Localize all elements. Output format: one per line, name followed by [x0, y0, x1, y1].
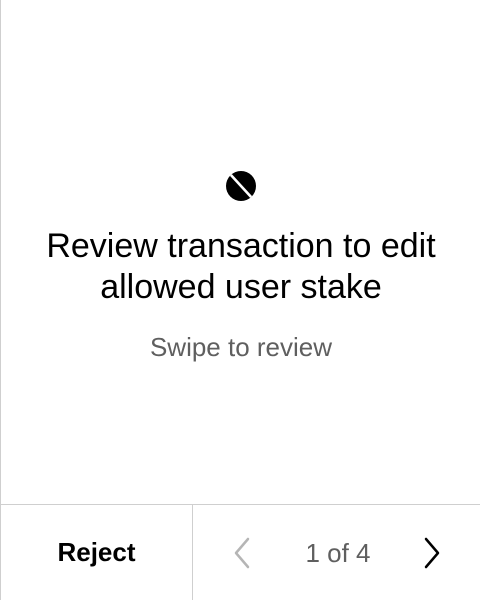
chevron-left-icon[interactable]	[225, 535, 261, 571]
pager: 1 of 4	[193, 505, 480, 600]
review-title: Review transaction to edit allowed user …	[46, 227, 436, 306]
review-screen: Review transaction to edit allowed user …	[0, 0, 480, 600]
review-content: Review transaction to edit allowed user …	[1, 0, 480, 504]
ontology-logo-icon	[225, 170, 257, 202]
page-indicator: 1 of 4	[305, 538, 371, 568]
footer-bar: Reject 1 of 4	[1, 504, 480, 600]
chevron-right-icon[interactable]	[413, 535, 449, 571]
review-subtitle: Swipe to review	[149, 332, 333, 362]
reject-button[interactable]: Reject	[1, 505, 193, 600]
